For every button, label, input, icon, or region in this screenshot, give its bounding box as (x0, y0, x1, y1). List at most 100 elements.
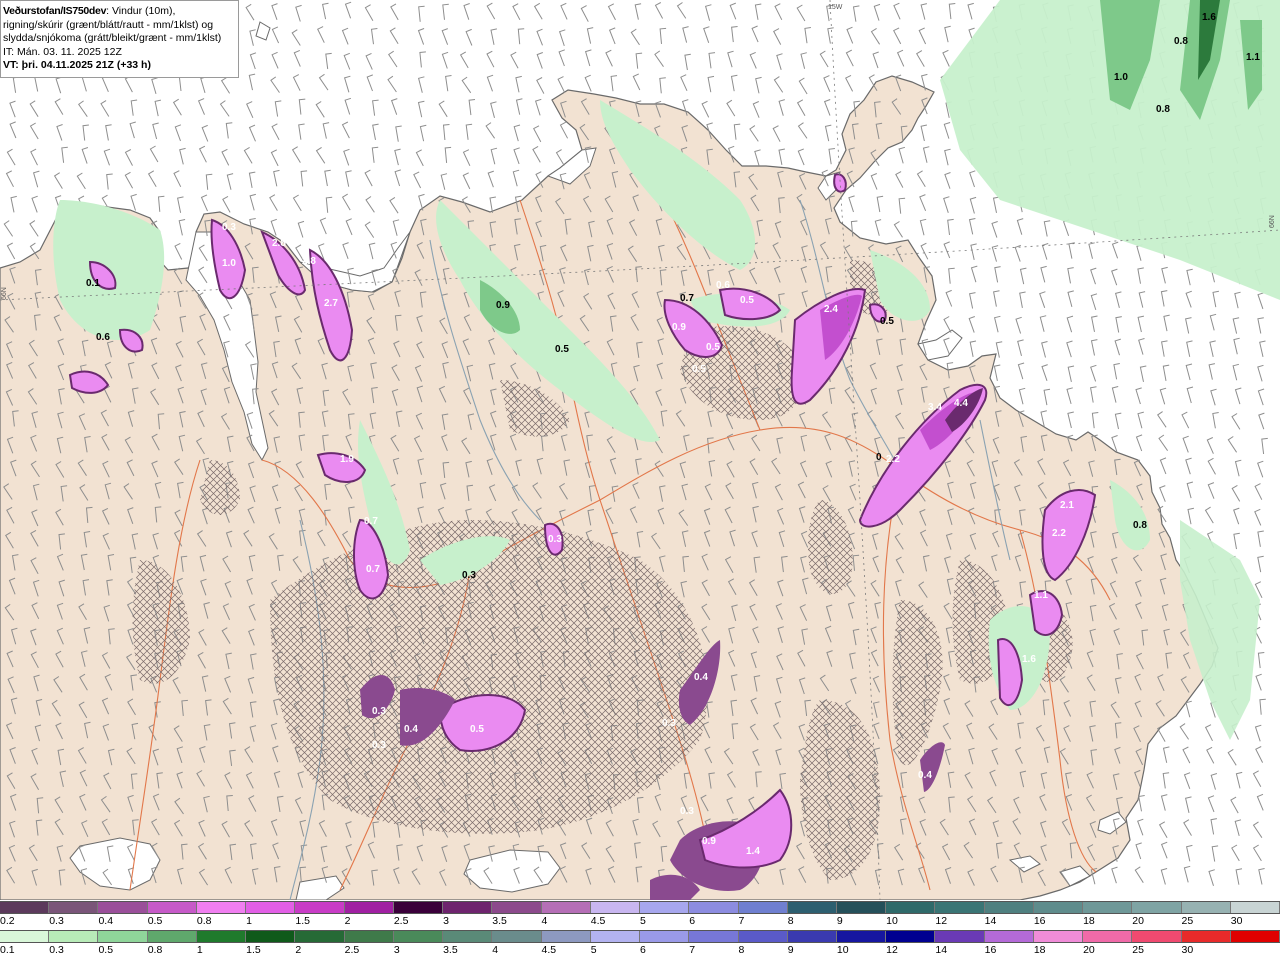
legend-swatch (147, 902, 197, 913)
title-description: : Vindur (10m), (106, 5, 176, 17)
legend-swatch (984, 902, 1034, 913)
legend-tick-label: 10 (886, 915, 898, 927)
legend-tick-label: 1 (196, 944, 203, 956)
legend-tick-label: 0.1 (0, 944, 15, 956)
legend-tick-label: 8 (738, 944, 745, 956)
legend-swatch (1181, 902, 1231, 913)
legend-swatch (295, 902, 345, 913)
legend-swatch (738, 931, 788, 942)
legend-swatch (836, 902, 887, 913)
title-description-line: slydda/snjókoma (grátt/bleikt/grænt - mm… (3, 32, 222, 45)
legend-tick-label: 18 (1033, 944, 1046, 956)
legend-tick-label: 2 (295, 944, 302, 956)
title-description-line: rigning/skúrir (grænt/blátt/rautt - mm/1… (3, 18, 214, 31)
legend-tick-label: 25 (1181, 915, 1194, 927)
legend-swatch (689, 902, 739, 913)
legend-swatch (590, 902, 641, 913)
precip-label: 0.5 (555, 344, 569, 355)
legend-tick-label: 0.3 (49, 944, 64, 956)
legend-tick-label: 4.5 (590, 915, 606, 927)
legend-swatch (246, 902, 296, 913)
precip-label: 0.7 (366, 564, 380, 575)
legend-tick-label: 4 (492, 944, 499, 956)
brand-title: Veðurstofan/IS750dev (3, 5, 107, 17)
legend-swatch (147, 931, 197, 942)
legend-tick-label: 0.2 (0, 915, 15, 927)
legend-tick-label: 18 (1083, 915, 1095, 927)
precip-label: 0.9 (496, 300, 510, 311)
precip-label: 1.6 (1022, 654, 1036, 665)
legend-tick-label: 20 (1083, 944, 1095, 956)
legend-swatch (0, 931, 50, 942)
valid-time: VT: þri. 04.11.2025 21Z (+33 h) (3, 59, 151, 72)
legend-tick-label: 16 (984, 944, 997, 956)
precip-label: 0.4 (918, 770, 932, 781)
precip-label: 2.1 (1060, 500, 1074, 511)
legend-tick-label: 1 (246, 915, 252, 927)
legend-tick-label: 1.5 (246, 944, 261, 956)
snow-legend-swatches (0, 901, 1280, 914)
graticule-label-top: 15W (828, 4, 843, 11)
legend-tick-label: 5 (590, 944, 597, 956)
legend-swatch (1132, 902, 1182, 913)
precip-label: 1.0 (1114, 72, 1128, 83)
legend-tick-label: 0.3 (49, 915, 64, 927)
legend-tick-label: 2 (344, 915, 351, 927)
rain-legend-swatches (0, 930, 1280, 943)
legend-tick-label: 14 (984, 915, 997, 927)
legend-tick-label: 2.5 (344, 944, 360, 956)
initial-time: IT: Mán. 03. 11. 2025 12Z (3, 45, 122, 58)
precip-label: 1.1 (1246, 52, 1260, 63)
legend-swatch (935, 902, 985, 913)
legend-tick-label: 25 (1132, 944, 1144, 956)
legend-tick-label: 0.8 (147, 944, 163, 956)
legend-swatch (196, 902, 247, 913)
precip-label: 2.8 (302, 256, 316, 267)
legend-swatch (393, 931, 444, 942)
precip-label: 3.4 (928, 402, 942, 413)
precip-label: 0.5 (706, 342, 720, 353)
legend-swatch (1181, 931, 1231, 942)
legend-tick-label: 10 (836, 944, 849, 956)
legend-swatch (541, 902, 591, 913)
precip-label: 1.9 (340, 454, 354, 465)
legend-tick-label: 30 (1181, 944, 1194, 956)
legend-swatch (886, 902, 936, 913)
precip-label: 1.1 (1034, 590, 1048, 601)
legend-swatch (443, 902, 493, 913)
legend-tick-label: 4 (541, 915, 548, 927)
legend-swatch (295, 931, 345, 942)
legend-swatch (1033, 902, 1084, 913)
legend-swatch (344, 902, 394, 913)
rain-color-legend: 0.1 0.3 0.5 0.8 1 1.5 2 2.5 3 3.5 4 4.5 5 6 7 8 9 10 12 14 1… (0, 929, 1280, 958)
legend-tick-label: 9 (787, 944, 794, 956)
snow-legend-ticks: 0.2 0.3 0.4 0.5 0.8 1 1.5 2 2.5 3 3.5 4 4.5 5 6 7 8 9 10 12… (0, 915, 1280, 929)
legend-swatch (0, 902, 50, 913)
legend-swatch (886, 931, 936, 942)
legend-tick-label: 20 (1132, 915, 1144, 927)
legend-swatch (246, 931, 296, 942)
legend-tick-label: 2.5 (393, 915, 409, 927)
graticule-label-left: 66N (1, 287, 8, 300)
legend-swatch (1132, 931, 1182, 942)
legend-tick-label: 7 (689, 944, 696, 956)
legend-tick-label: 7 (738, 915, 745, 927)
precip-label: 2.2 (886, 454, 900, 465)
legend-swatch (640, 931, 690, 942)
legend-tick-label: 4.5 (541, 944, 557, 956)
precip-label: 0.5 (740, 295, 754, 306)
precip-label: 0.3 (680, 806, 694, 817)
legend-swatch (98, 902, 148, 913)
legend-swatch (787, 902, 837, 913)
legend-swatch (640, 902, 690, 913)
precip-label: 0 (876, 452, 882, 463)
precip-label: 0.5 (692, 364, 706, 375)
legend-swatch (49, 931, 99, 942)
legend-swatch (590, 931, 641, 942)
legend-tick-label: 0.5 (147, 915, 163, 927)
legend-tick-label: 30 (1230, 915, 1243, 927)
legend-tick-label: 3 (443, 915, 449, 927)
precip-label: 0.3 (372, 706, 386, 717)
legend-tick-label: 0.8 (196, 915, 212, 927)
legend-swatch (344, 931, 394, 942)
